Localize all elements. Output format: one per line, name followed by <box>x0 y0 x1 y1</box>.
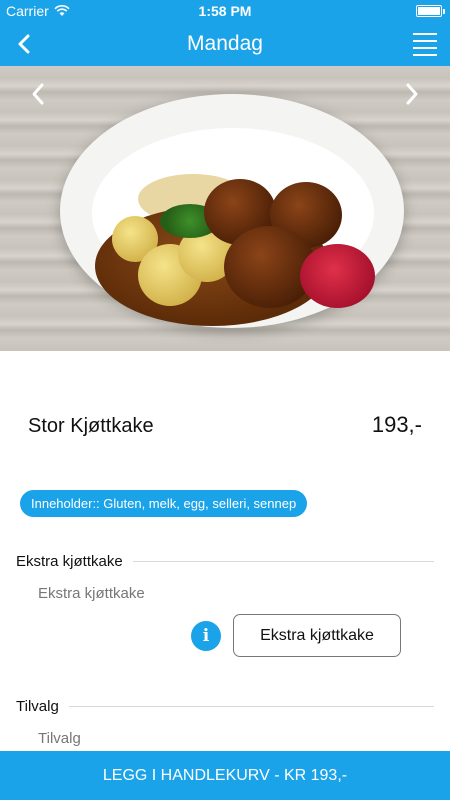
nav-bar: Mandag <box>0 22 450 66</box>
hamburger-menu-icon <box>410 33 440 56</box>
product-image <box>0 66 450 351</box>
extra-option-label: Ekstra kjøttkake <box>38 585 145 602</box>
next-image-button[interactable] <box>396 78 428 110</box>
menu-button[interactable] <box>410 28 440 58</box>
status-time: 1:58 PM <box>198 3 252 19</box>
chevron-left-icon <box>32 83 44 105</box>
divider <box>68 706 434 707</box>
extra-meatball-button[interactable]: Ekstra kjøttkake <box>233 614 401 657</box>
allergen-badge: Inneholder:: Gluten, melk, egg, selleri,… <box>20 490 308 517</box>
previous-image-button[interactable] <box>22 78 54 110</box>
battery-fill <box>418 7 440 15</box>
product-price: 193,- <box>371 412 422 437</box>
info-icon[interactable]: i <box>191 621 221 651</box>
tilvalg-option-label: Tilvalg <box>38 730 81 747</box>
chevron-right-icon <box>406 83 418 105</box>
status-bar: Carrier 1:58 PM <box>0 0 450 22</box>
divider <box>132 561 434 562</box>
page-title: Mandag <box>187 32 263 55</box>
product-name: Stor Kjøttkake <box>28 415 154 437</box>
product-row: Stor Kjøttkake 193,- <box>28 412 422 438</box>
add-to-cart-button[interactable]: LEGG I HANDLEKURV - KR 193,- <box>0 751 450 800</box>
battery-icon <box>416 5 445 17</box>
tilvalg-section-header: Tilvalg <box>16 698 434 715</box>
extra-section-title: Ekstra kjøttkake <box>16 553 123 570</box>
extra-section-header: Ekstra kjøttkake <box>16 553 434 570</box>
tilvalg-section-title: Tilvalg <box>16 698 59 715</box>
